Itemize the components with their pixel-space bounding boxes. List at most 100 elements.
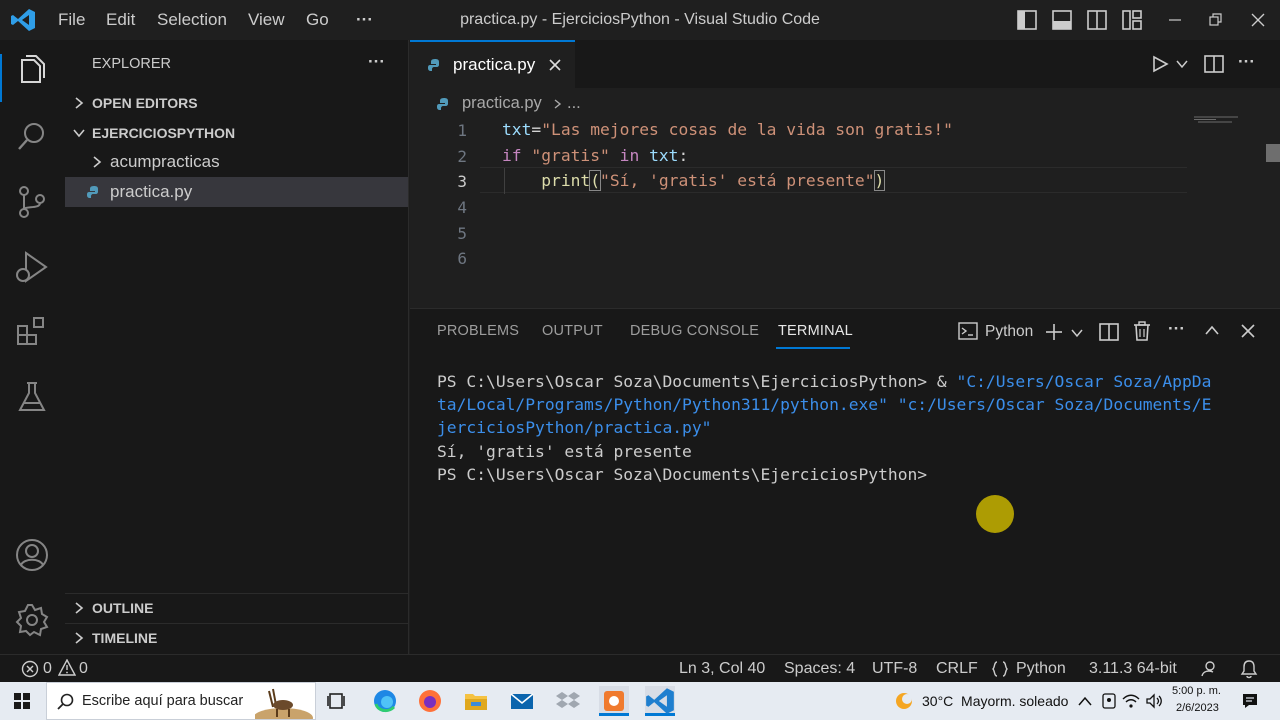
open-editors-section[interactable]: OPEN EDITORS bbox=[65, 88, 408, 118]
panel-more-button[interactable]: ··· bbox=[1168, 319, 1185, 339]
timeline-section[interactable]: TIMELINE bbox=[65, 623, 408, 653]
toggle-primary-sidebar-icon[interactable] bbox=[1017, 10, 1037, 30]
split-editor-icon[interactable] bbox=[1204, 54, 1224, 74]
volume-icon[interactable] bbox=[1145, 692, 1163, 710]
weather-text[interactable]: 30°C Mayorm. soleado bbox=[922, 693, 1068, 709]
meet-now-icon[interactable] bbox=[1100, 692, 1118, 710]
chevron-down-icon[interactable] bbox=[1176, 58, 1188, 70]
menu-view[interactable]: View bbox=[248, 0, 285, 40]
editor-more-button[interactable]: ··· bbox=[1238, 52, 1255, 72]
terminal-path: "C:/Users/Oscar Soza/AppDa bbox=[956, 372, 1212, 391]
toggle-secondary-sidebar-icon[interactable] bbox=[1087, 10, 1107, 30]
indentation[interactable]: Spaces: 4 bbox=[784, 655, 855, 683]
active-indicator bbox=[0, 54, 2, 102]
code-token-operator: = bbox=[531, 120, 542, 139]
clock-date[interactable]: 2/6/2023 bbox=[1176, 702, 1219, 714]
code-line-3: print("Sí, 'gratis' está presente") bbox=[502, 170, 886, 191]
python-file-icon bbox=[428, 58, 442, 72]
windows-start-icon[interactable] bbox=[14, 693, 30, 709]
explorer-more-button[interactable]: ··· bbox=[368, 52, 385, 72]
folder-section[interactable]: EJERCICIOSPYTHON bbox=[65, 118, 408, 148]
split-terminal-icon[interactable] bbox=[1099, 322, 1119, 342]
line-ending[interactable]: CRLF bbox=[936, 655, 978, 683]
tab-problems[interactable]: PROBLEMS bbox=[437, 323, 519, 339]
accounts-icon[interactable] bbox=[12, 535, 52, 575]
menu-selection[interactable]: Selection bbox=[157, 0, 227, 40]
close-panel-icon[interactable] bbox=[1241, 324, 1255, 338]
task-view-icon[interactable] bbox=[322, 686, 352, 716]
notifications-bell-icon[interactable] bbox=[1240, 659, 1258, 679]
terminal-icon bbox=[958, 322, 978, 340]
terminal-output: Sí, 'gratis' está presente bbox=[437, 442, 692, 461]
terminal-name[interactable]: Python bbox=[985, 323, 1033, 341]
code-token-string: "gratis" bbox=[531, 146, 610, 165]
file-explorer-icon[interactable] bbox=[461, 686, 491, 716]
clock-time[interactable]: 5:00 p. m. bbox=[1172, 685, 1221, 697]
edge-browser-icon[interactable] bbox=[370, 686, 400, 716]
mail-icon[interactable] bbox=[507, 686, 537, 716]
run-debug-icon[interactable] bbox=[12, 247, 52, 287]
customize-layout-icon[interactable] bbox=[1122, 10, 1142, 30]
run-python-file-icon[interactable] bbox=[1150, 54, 1170, 74]
editor-scrollbar[interactable] bbox=[1266, 144, 1280, 162]
code-editor[interactable]: practica.py ... 1 2 3 4 5 6 txt="Las mej… bbox=[410, 88, 1280, 308]
activity-bar bbox=[0, 40, 65, 654]
line-number: 6 bbox=[457, 249, 467, 268]
vscode-taskbar-icon[interactable] bbox=[645, 686, 675, 716]
weather-sun-icon[interactable] bbox=[893, 690, 915, 712]
menu-go[interactable]: Go bbox=[306, 0, 329, 40]
action-center-icon[interactable] bbox=[1241, 692, 1259, 710]
terminal-prompt[interactable]: PS C:\Users\Oscar Soza\Documents\Ejercic… bbox=[437, 465, 927, 484]
python-interpreter[interactable]: 3.11.3 64-bit bbox=[1089, 655, 1177, 683]
search-icon[interactable] bbox=[12, 117, 52, 157]
trash-icon[interactable] bbox=[1133, 321, 1151, 341]
menu-file[interactable]: File bbox=[58, 0, 85, 40]
breadcrumb-more[interactable]: ... bbox=[567, 94, 581, 113]
tree-item-acumpracticas[interactable]: acumpracticas bbox=[65, 147, 408, 177]
manage-gear-icon[interactable] bbox=[12, 600, 52, 640]
error-count[interactable]: 0 bbox=[43, 655, 52, 683]
code-token-string: "Sí, 'gratis' está presente" bbox=[600, 171, 875, 190]
explorer-icon[interactable] bbox=[12, 52, 52, 92]
feedback-icon[interactable] bbox=[1200, 660, 1218, 678]
chevron-right-icon bbox=[73, 632, 85, 644]
warning-count[interactable]: 0 bbox=[79, 655, 88, 683]
bottom-panel: PROBLEMS OUTPUT DEBUG CONSOLE TERMINAL P… bbox=[410, 308, 1280, 654]
minimap[interactable] bbox=[1194, 116, 1240, 124]
outline-section[interactable]: OUTLINE bbox=[65, 593, 408, 623]
chevron-up-icon[interactable] bbox=[1205, 324, 1219, 338]
menu-more[interactable]: ··· bbox=[356, 0, 373, 40]
source-control-icon[interactable] bbox=[12, 182, 52, 222]
tab-practica-py[interactable]: practica.py bbox=[410, 40, 575, 88]
tree-item-practica-py[interactable]: practica.py bbox=[65, 177, 408, 207]
minimize-icon[interactable] bbox=[1167, 12, 1183, 28]
line-number: 4 bbox=[457, 198, 467, 217]
dropbox-icon[interactable] bbox=[553, 686, 583, 716]
network-wifi-icon[interactable] bbox=[1122, 692, 1140, 710]
menu-edit[interactable]: Edit bbox=[106, 0, 135, 40]
new-terminal-icon[interactable] bbox=[1044, 322, 1064, 342]
code-token-keyword: if bbox=[502, 146, 522, 165]
taskbar-search-box[interactable]: Escribe aquí para buscar bbox=[46, 682, 316, 720]
chevron-down-icon[interactable] bbox=[1071, 327, 1083, 339]
restore-icon[interactable] bbox=[1208, 12, 1224, 28]
language-mode[interactable]: Python bbox=[1016, 655, 1066, 683]
tab-terminal[interactable]: TERMINAL bbox=[778, 323, 853, 339]
encoding[interactable]: UTF-8 bbox=[872, 655, 917, 683]
code-line-2: if "gratis" in txt: bbox=[502, 146, 688, 165]
close-icon[interactable] bbox=[1250, 12, 1266, 28]
close-tab-icon[interactable] bbox=[548, 58, 562, 72]
firefox-browser-icon[interactable] bbox=[415, 686, 445, 716]
extensions-icon[interactable] bbox=[12, 312, 52, 352]
tab-output[interactable]: OUTPUT bbox=[542, 323, 603, 339]
error-icon bbox=[21, 660, 39, 678]
recording-app-icon[interactable] bbox=[599, 686, 629, 716]
testing-icon[interactable] bbox=[12, 377, 52, 417]
code-token-function: print bbox=[541, 171, 591, 190]
chevron-up-icon[interactable] bbox=[1078, 695, 1092, 707]
cursor-position[interactable]: Ln 3, Col 40 bbox=[679, 655, 765, 683]
terminal-line-3: jerciciosPython/practica.py" bbox=[437, 418, 712, 437]
tab-debug-console[interactable]: DEBUG CONSOLE bbox=[630, 323, 759, 339]
toggle-panel-icon[interactable] bbox=[1052, 10, 1072, 30]
breadcrumb-file[interactable]: practica.py bbox=[462, 94, 542, 113]
